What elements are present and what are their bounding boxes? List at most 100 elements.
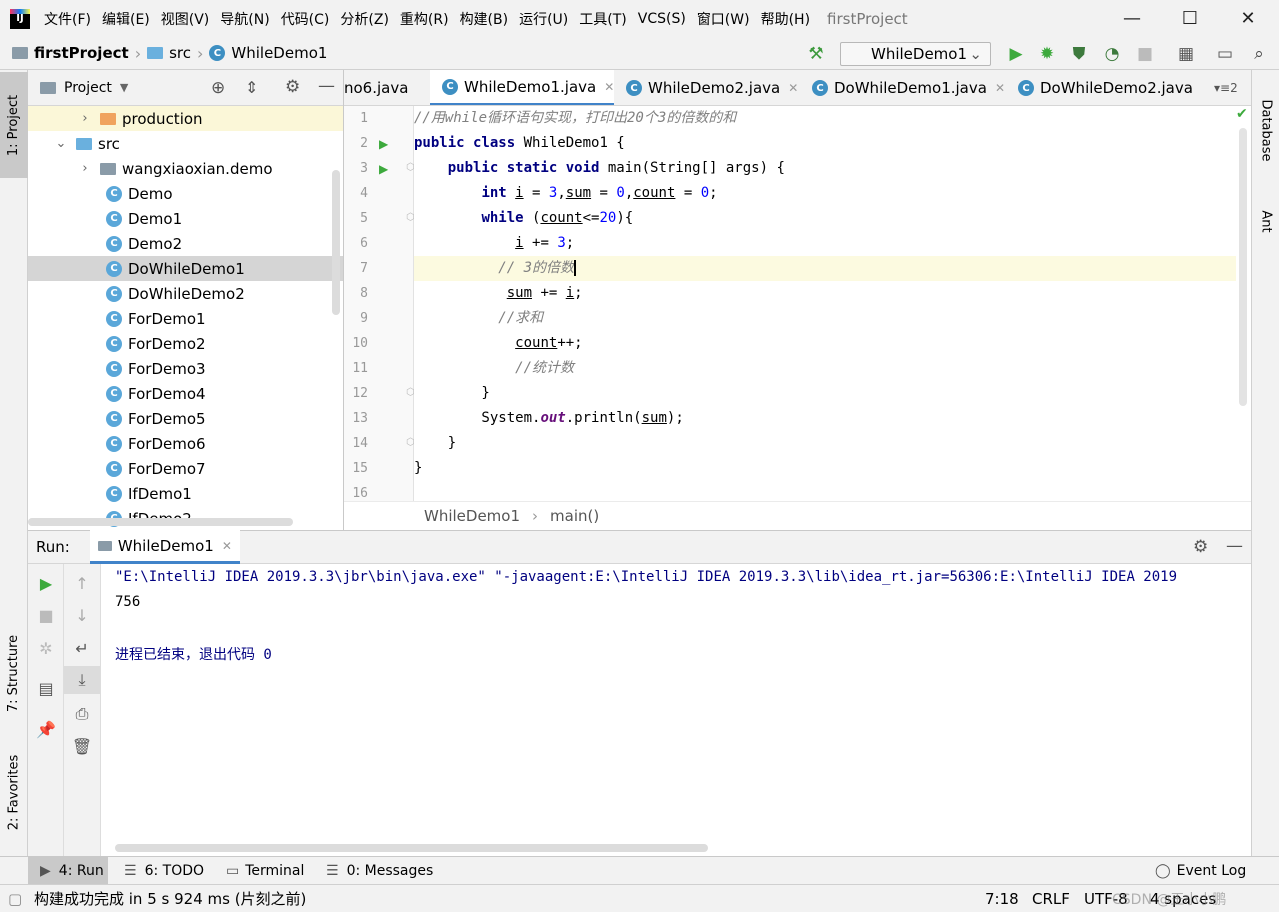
tab-dowhiledemo1[interactable]: C DoWhileDemo1.java ✕ (800, 70, 1006, 105)
stop-icon[interactable]: ■ (1134, 43, 1156, 65)
tab-event-log[interactable]: ◯ Event Log (1155, 857, 1246, 885)
menu-build[interactable]: 构建(B) (460, 9, 509, 29)
locate-icon[interactable]: ⊕ (211, 78, 225, 98)
editor-scrollbar[interactable] (1239, 128, 1247, 406)
menu-view[interactable]: 视图(V) (161, 9, 210, 29)
print-icon[interactable]: ⎙ (64, 700, 100, 728)
collapse-all-icon[interactable]: ⇕ (245, 78, 258, 97)
layout-icon[interactable]: ▤ (28, 674, 64, 702)
project-tool-tab[interactable]: 1: Project (0, 72, 28, 178)
pin-icon[interactable]: 📌 (28, 715, 64, 743)
tree-item[interactable]: C DoWhileDemo2 (28, 281, 343, 306)
tree-item[interactable]: C ForDemo1 (28, 306, 343, 331)
project-structure-icon[interactable]: ▦ (1175, 43, 1197, 65)
breadcrumb-project[interactable]: firstProject (12, 44, 129, 62)
close-icon[interactable]: ✕ (788, 81, 798, 95)
tree-hscrollbar[interactable] (28, 518, 293, 526)
close-icon[interactable]: ✕ (604, 80, 614, 94)
tab-messages[interactable]: ☰ 0: Messages (326, 857, 433, 885)
run-config-select[interactable]: WhileDemo1 ⌄ (840, 42, 991, 66)
ant-tool-tab[interactable]: Ant (1252, 198, 1279, 244)
tab-dowhiledemo2[interactable]: C DoWhileDemo2.java (1006, 70, 1206, 105)
database-tool-tab[interactable]: Database (1252, 90, 1279, 170)
status-toggle-icon[interactable]: ▢ (8, 885, 22, 912)
tree-item[interactable]: C IfDemo1 (28, 481, 343, 506)
tree-item[interactable]: ⌄ src (28, 131, 343, 156)
close-icon[interactable]: ✕ (222, 539, 232, 553)
gear-icon[interactable]: ⚙ (1193, 537, 1208, 557)
favorites-tool-tab[interactable]: 2: Favorites (0, 742, 28, 842)
arrow-up-icon[interactable]: ↑ (64, 569, 100, 597)
coverage-icon[interactable]: ⛊ (1068, 43, 1090, 65)
tree-item[interactable]: C ForDemo4 (28, 381, 343, 406)
arrow-down-icon[interactable]: ↓ (64, 601, 100, 629)
close-icon[interactable]: ✕ (995, 81, 1005, 95)
console-output[interactable]: "E:\IntelliJ IDEA 2019.3.3\jbr\bin\java.… (101, 564, 1251, 856)
chevron-down-icon[interactable]: ⌄ (54, 136, 68, 151)
layout-icon[interactable]: ▭ (1214, 43, 1236, 65)
run-tab-whiledemo1[interactable]: WhileDemo1 ✕ (89, 530, 240, 564)
tree-item[interactable]: C ForDemo5 (28, 406, 343, 431)
tab-todo[interactable]: ☰ 6: TODO (124, 857, 204, 885)
minimize-button[interactable]: — (1103, 0, 1161, 37)
tree-item[interactable]: › production (28, 106, 343, 131)
caret-position[interactable]: 7:18 (985, 885, 1019, 912)
menu-run[interactable]: 运行(U) (519, 9, 568, 29)
menu-navigate[interactable]: 导航(N) (220, 9, 269, 29)
project-panel-title[interactable]: Project (64, 80, 112, 96)
inspection-ok-icon[interactable]: ✔ (1236, 106, 1248, 122)
rerun-icon[interactable]: ▶ (28, 569, 64, 597)
menu-code[interactable]: 代码(C) (281, 9, 330, 29)
menu-refactor[interactable]: 重构(R) (400, 9, 449, 29)
trash-icon[interactable]: 🗑 (64, 732, 100, 760)
breadcrumb-class[interactable]: C WhileDemo1 (209, 44, 327, 62)
close-button[interactable]: ✕ (1219, 0, 1277, 37)
tree-item[interactable]: C DoWhileDemo1 (28, 256, 343, 281)
scroll-to-end-icon[interactable]: ⤓ (64, 666, 100, 694)
soft-wrap-icon[interactable]: ↵ (64, 634, 100, 662)
run-icon[interactable]: ▶ (1005, 43, 1027, 65)
tree-item[interactable]: C Demo (28, 181, 343, 206)
stop-icon[interactable]: ■ (28, 601, 64, 629)
tree-item[interactable]: C ForDemo2 (28, 331, 343, 356)
breadcrumb-src[interactable]: src (147, 44, 191, 62)
tree-scrollbar[interactable] (332, 170, 340, 315)
menu-edit[interactable]: 编辑(E) (102, 9, 150, 29)
tab-no6[interactable]: no6.java (344, 70, 430, 105)
maximize-button[interactable]: ☐ (1161, 0, 1219, 37)
tab-overflow-button[interactable]: ▾≡2 (1214, 70, 1251, 105)
chevron-right-icon[interactable]: › (78, 161, 92, 176)
debug-icon[interactable]: ✹ (1036, 43, 1058, 65)
run-class-icon[interactable]: ▶ (379, 137, 388, 151)
chevron-down-icon[interactable]: ▼ (120, 81, 128, 94)
tree-item[interactable]: C Demo2 (28, 231, 343, 256)
tab-whiledemo2[interactable]: C WhileDemo2.java ✕ (614, 70, 800, 105)
tab-whiledemo1[interactable]: C WhileDemo1.java ✕ (430, 70, 614, 105)
restore-layout-icon[interactable]: ✲ (28, 634, 64, 662)
menu-help[interactable]: 帮助(H) (761, 9, 810, 29)
chevron-right-icon[interactable]: › (78, 111, 92, 126)
tree-item[interactable]: C Demo1 (28, 206, 343, 231)
menu-vcs[interactable]: VCS(S) (638, 11, 686, 27)
search-icon[interactable]: ⌕ (1248, 43, 1270, 65)
menu-analyze[interactable]: 分析(Z) (340, 9, 389, 29)
tree-item[interactable]: C ForDemo7 (28, 456, 343, 481)
code-editor[interactable]: //用while循环语句实现，打印出20个3的倍数的和 public class… (414, 106, 1237, 501)
menu-window[interactable]: 窗口(W) (697, 9, 750, 29)
menu-file[interactable]: 文件(F) (44, 9, 91, 29)
hide-icon[interactable]: — (318, 76, 335, 96)
hide-icon[interactable]: — (1226, 536, 1243, 556)
hammer-icon[interactable]: ⚒ (805, 43, 827, 65)
tree-item[interactable]: C ForDemo6 (28, 431, 343, 456)
status-message[interactable]: 构建成功完成 in 5 s 924 ms (片刻之前) (34, 885, 306, 912)
tab-run[interactable]: ▶ 4: Run (28, 857, 108, 885)
tree-item[interactable]: C ForDemo3 (28, 356, 343, 381)
console-hscrollbar[interactable] (115, 844, 708, 852)
menu-tools[interactable]: 工具(T) (579, 9, 626, 29)
gear-icon[interactable]: ⚙ (285, 77, 300, 97)
breadcrumb-class-label[interactable]: WhileDemo1 (424, 507, 520, 525)
run-method-icon[interactable]: ▶ (379, 162, 388, 176)
line-separator[interactable]: CRLF (1032, 885, 1070, 912)
tree-item[interactable]: › wangxiaoxian.demo (28, 156, 343, 181)
tab-terminal[interactable]: ▭ Terminal (226, 857, 304, 885)
